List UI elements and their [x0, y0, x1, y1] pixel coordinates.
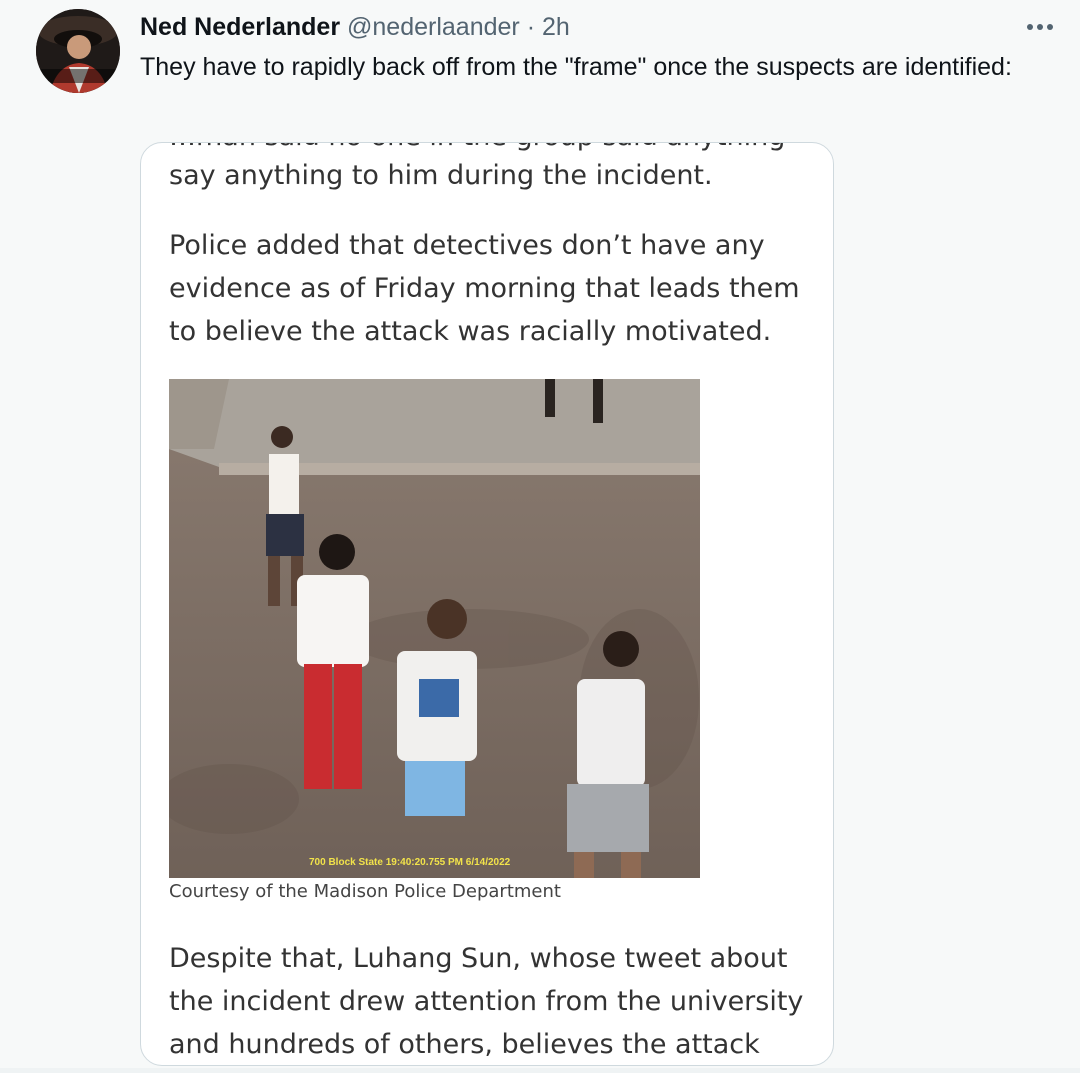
- tweet-text: They have to rapidly back off from the "…: [140, 53, 1012, 81]
- article-paragraph: Despite that, Luhang Sun, whose tweet ab…: [169, 943, 804, 1060]
- display-name[interactable]: Ned Nederlander: [140, 13, 340, 41]
- photo-caption: Courtesy of the Madison Police Departmen…: [169, 881, 561, 902]
- tweet-media[interactable]: …man said no one in the group said anyth…: [140, 142, 834, 1066]
- tweet-timestamp[interactable]: 2h: [542, 13, 570, 41]
- article-paragraph: say anything to him during the incident.: [169, 160, 713, 191]
- divider: [0, 1068, 1080, 1073]
- separator: ·: [526, 13, 536, 41]
- article-paragraph: Police added that detectives don’t have …: [169, 230, 800, 347]
- user-handle[interactable]: @nederlaander: [347, 13, 520, 41]
- more-icon[interactable]: [1020, 10, 1060, 40]
- avatar[interactable]: [36, 9, 120, 93]
- camera-timestamp: 700 Block State 19:40:20.755 PM 6/14/202…: [309, 857, 511, 868]
- tweet[interactable]: Ned Nederlander @nederlaander · 2h They …: [0, 0, 1080, 1073]
- surveillance-photo: 700 Block State 19:40:20.755 PM 6/14/202…: [169, 379, 700, 878]
- tweet-header: Ned Nederlander @nederlaander · 2h: [140, 12, 570, 42]
